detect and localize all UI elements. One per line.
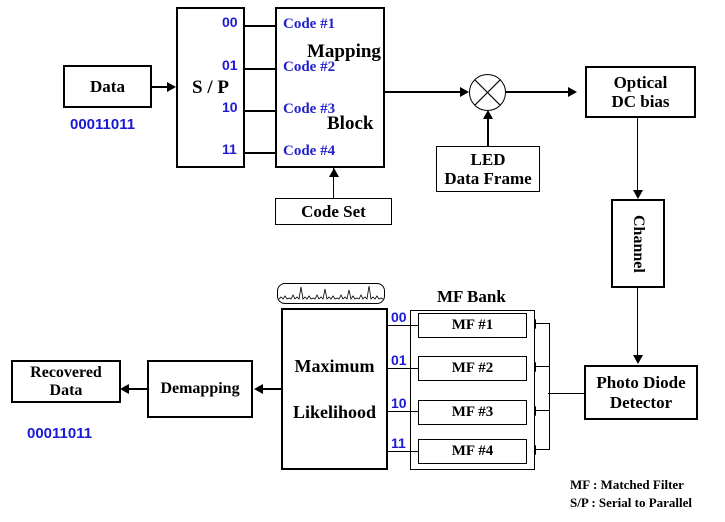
led-to-mixer-arrowhead xyxy=(483,110,493,119)
mf-bank-title: MF Bank xyxy=(437,287,506,306)
mf-feed-bus-vertical xyxy=(549,323,550,450)
mf-out-line-1 xyxy=(388,325,419,326)
data-bitstream-label: 00011011 xyxy=(70,116,136,133)
mf-out-line-3 xyxy=(388,411,419,412)
data-to-sp-line xyxy=(152,86,168,88)
recovered-data-block: Recovered Data xyxy=(11,360,121,403)
matched-filter-block-2: MF #2 xyxy=(418,356,527,381)
legend-line-mf: MF : Matched Filter xyxy=(570,477,684,492)
sp-output-label-01: 01 xyxy=(222,57,238,73)
mixer-symbol xyxy=(469,74,506,111)
sp-to-mapping-line-3 xyxy=(245,152,277,154)
optical-dc-bias-line1: Optical xyxy=(613,72,668,92)
received-signal-waveform xyxy=(277,283,385,304)
channel-block: Channel xyxy=(611,199,665,288)
mixer-to-optical-arrowhead xyxy=(568,87,577,97)
mapping-to-mixer-arrowhead xyxy=(460,87,469,97)
demapping-label: Demapping xyxy=(160,380,240,398)
matched-filter-block-3: MF #3 xyxy=(418,400,527,425)
mapping-code-label-2: Code #2 xyxy=(283,59,336,75)
data-to-sp-arrowhead xyxy=(167,82,176,92)
matched-filter-label-1: MF #1 xyxy=(451,317,494,334)
sp-block-label: S / P xyxy=(192,76,229,98)
demapping-to-recovered-arrowhead xyxy=(120,384,129,394)
maximum-likelihood-line1: Maximum xyxy=(294,355,375,376)
block-diagram-canvas: Data 00011011 S / P 00 01 10 11 Mapping … xyxy=(0,0,725,522)
mf-input-label-01: 01 xyxy=(391,352,407,368)
led-data-frame-line1: LED xyxy=(470,149,506,169)
matched-filter-label-3: MF #3 xyxy=(451,404,494,421)
optical-dc-bias-block: Optical DC bias xyxy=(585,66,696,118)
demapping-to-recovered-line xyxy=(128,388,148,390)
maximum-likelihood-block: Maximum Likelihood xyxy=(281,308,388,470)
mf-input-label-10: 10 xyxy=(391,395,407,411)
legend-line-sp: S/P : Serial to Parallel xyxy=(570,495,693,510)
data-block-label: Data xyxy=(90,76,125,96)
matched-filter-label-4: MF #4 xyxy=(451,443,494,460)
sp-to-mapping-line-2 xyxy=(245,110,277,112)
led-data-frame-line2: Data Frame xyxy=(444,169,532,188)
optical-to-channel-line xyxy=(637,118,638,194)
mf-out-line-2 xyxy=(388,368,419,369)
photo-diode-detector-block: Photo Diode Detector xyxy=(584,365,698,420)
optical-dc-bias-line2: DC bias xyxy=(611,92,670,111)
data-block: Data xyxy=(63,65,152,108)
maximum-likelihood-line2: Likelihood xyxy=(292,402,377,422)
optical-to-channel-arrowhead xyxy=(633,190,643,199)
sp-to-mapping-line-0 xyxy=(245,25,277,27)
mapping-code-label-1: Code #1 xyxy=(283,16,336,32)
ml-to-demapping-arrowhead xyxy=(254,384,263,394)
mapping-code-label-3: Code #3 xyxy=(283,101,336,117)
sp-output-label-10: 10 xyxy=(222,99,238,115)
mapping-to-mixer-line xyxy=(385,91,463,93)
code-set-to-mapping-arrowhead xyxy=(329,168,339,177)
sp-output-label-11: 11 xyxy=(222,141,237,157)
mf-input-label-00: 00 xyxy=(391,309,407,325)
code-set-label: Code Set xyxy=(301,201,366,221)
channel-to-photodiode-arrowhead xyxy=(633,355,643,364)
mixer-cross-icon xyxy=(474,79,501,106)
waveform-icon xyxy=(278,285,384,301)
recovered-data-line1: Recovered xyxy=(30,363,102,381)
mapping-code-label-4: Code #4 xyxy=(283,143,336,159)
mixer-to-optical-line xyxy=(506,91,569,93)
matched-filter-label-2: MF #2 xyxy=(451,360,494,377)
channel-to-photodiode-line xyxy=(637,288,638,358)
channel-label: Channel xyxy=(629,214,647,273)
code-set-block: Code Set xyxy=(275,198,392,225)
recovered-data-line2: Data xyxy=(49,381,83,399)
demapping-block: Demapping xyxy=(147,360,253,418)
led-data-frame-block: LED Data Frame xyxy=(436,146,540,192)
mf-out-line-4 xyxy=(388,451,419,452)
matched-filter-block-1: MF #1 xyxy=(418,313,527,338)
photodiode-to-bus-line xyxy=(548,393,585,394)
sp-to-mapping-line-1 xyxy=(245,68,277,70)
ml-to-demapping-line xyxy=(262,388,282,390)
sp-output-label-00: 00 xyxy=(222,14,238,30)
recovered-data-bitstream-label: 00011011 xyxy=(27,425,93,442)
matched-filter-block-4: MF #4 xyxy=(418,439,527,464)
photo-diode-line1: Photo Diode xyxy=(596,373,686,393)
mf-input-label-11: 11 xyxy=(391,435,406,451)
photo-diode-line2: Detector xyxy=(609,392,673,412)
